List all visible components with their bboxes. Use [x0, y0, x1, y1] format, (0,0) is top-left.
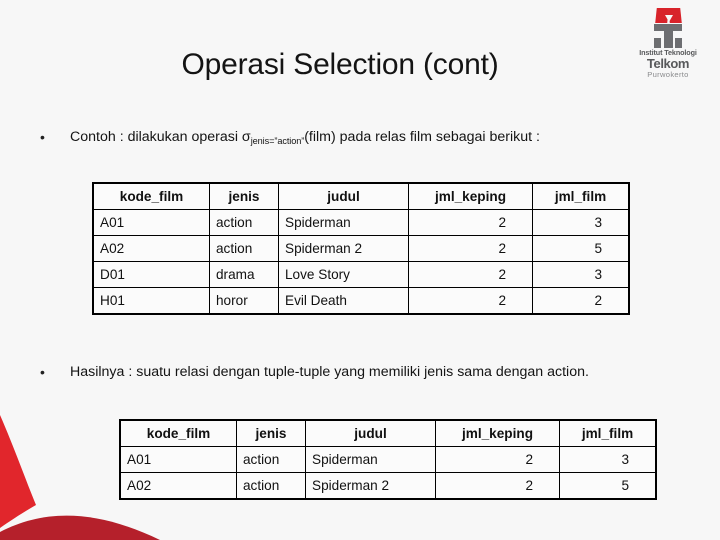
logo-foot-left-icon: [654, 38, 661, 48]
column-header-judul: judul: [278, 183, 409, 210]
logo-foot-right-icon: [675, 38, 682, 48]
cell-jenis: action: [236, 472, 306, 499]
cell-judul: Spiderman: [305, 446, 436, 473]
column-header-judul: judul: [305, 420, 436, 447]
decorative-red-wedge-icon: [0, 415, 36, 528]
table-row: A02 action Spiderman 2 2 5: [120, 472, 656, 499]
cell-judul: Spiderman: [278, 209, 409, 236]
bullet-marker: •: [40, 364, 45, 380]
table-header-row: kode_film jenis judul jml_keping jml_fil…: [93, 183, 629, 210]
slide-canvas: Institut Teknologi Telkom Purwokerto Ope…: [0, 0, 720, 540]
table-selection-result: kode_film jenis judul jml_keping jml_fil…: [119, 419, 657, 500]
column-header-jml-film: jml_film: [532, 183, 629, 210]
logo-line-telkom: Telkom: [646, 56, 690, 72]
cell-kode-film: D01: [93, 261, 210, 288]
slide-title: Operasi Selection (cont): [181, 48, 499, 81]
cell-kode-film: A02: [120, 472, 237, 499]
table-row: D01 drama Love Story 2 3: [93, 261, 629, 288]
decorative-red-band-icon: [0, 515, 160, 540]
bullet-item-contoh: • Contoh : dilakukan operasi σjenis=”act…: [40, 128, 695, 148]
column-header-jenis: jenis: [209, 183, 279, 210]
table-film-relation: kode_film jenis judul jml_keping jml_fil…: [92, 182, 630, 315]
table-row: H01 horor Evil Death 2 2: [93, 287, 629, 314]
cell-jenis: horor: [209, 287, 279, 314]
cell-jml-keping: 2: [435, 472, 560, 499]
cell-judul: Spiderman 2: [278, 235, 409, 262]
column-header-jml-film: jml_film: [559, 420, 656, 447]
bullet-text-contoh: Contoh : dilakukan operasi σjenis=”actio…: [70, 128, 695, 148]
cell-kode-film: A01: [93, 209, 210, 236]
cell-jml-keping: 2: [408, 235, 533, 262]
institution-logo: Institut Teknologi Telkom Purwokerto: [622, 8, 714, 80]
cell-jml-film: 5: [559, 472, 656, 499]
cell-jml-film: 2: [532, 287, 629, 314]
cell-jml-film: 3: [559, 446, 656, 473]
selection-condition-subscript: jenis=”action”: [250, 136, 305, 146]
bullet-text-contoh-before: Contoh : dilakukan operasi σ: [70, 129, 251, 145]
column-header-kode-film: kode_film: [120, 420, 237, 447]
column-header-jml-keping: jml_keping: [408, 183, 533, 210]
table-row: A01 action Spiderman 2 3: [93, 209, 629, 236]
column-header-jenis: jenis: [236, 420, 306, 447]
cell-jml-keping: 2: [408, 287, 533, 314]
logo-line-institut: Institut Teknologi: [639, 48, 697, 57]
telkom-logo-mark: [643, 8, 693, 48]
cell-jenis: drama: [209, 261, 279, 288]
cell-jenis: action: [209, 235, 279, 262]
bullet-text-hasilnya: Hasilnya : suatu relasi dengan tuple-tup…: [70, 364, 589, 380]
table-row: A02 action Spiderman 2 2 5: [93, 235, 629, 262]
logo-line-purwokerto: Purwokerto: [647, 70, 689, 80]
cell-jml-film: 5: [532, 235, 629, 262]
logo-crown-notch-icon: [665, 15, 673, 22]
cell-jenis: action: [236, 446, 306, 473]
cell-jenis: action: [209, 209, 279, 236]
cell-kode-film: A02: [93, 235, 210, 262]
table-header-row: kode_film jenis judul jml_keping jml_fil…: [120, 420, 656, 447]
bullet-marker: •: [40, 129, 45, 145]
cell-kode-film: H01: [93, 287, 210, 314]
cell-jml-film: 3: [532, 209, 629, 236]
cell-jml-film: 3: [532, 261, 629, 288]
cell-judul: Love Story: [278, 261, 409, 288]
cell-kode-film: A01: [120, 446, 237, 473]
cell-jml-keping: 2: [408, 209, 533, 236]
bullet-text-contoh-after: (film) pada relas film sebagai berikut :: [304, 129, 540, 145]
bullet-item-hasilnya: • Hasilnya : suatu relasi dengan tuple-t…: [40, 363, 695, 382]
cell-judul: Evil Death: [278, 287, 409, 314]
column-header-kode-film: kode_film: [93, 183, 210, 210]
cell-judul: Spiderman 2: [305, 472, 436, 499]
logo-stem-icon: [664, 30, 673, 48]
table-row: A01 action Spiderman 2 3: [120, 446, 656, 473]
cell-jml-keping: 2: [435, 446, 560, 473]
cell-jml-keping: 2: [408, 261, 533, 288]
column-header-jml-keping: jml_keping: [435, 420, 560, 447]
